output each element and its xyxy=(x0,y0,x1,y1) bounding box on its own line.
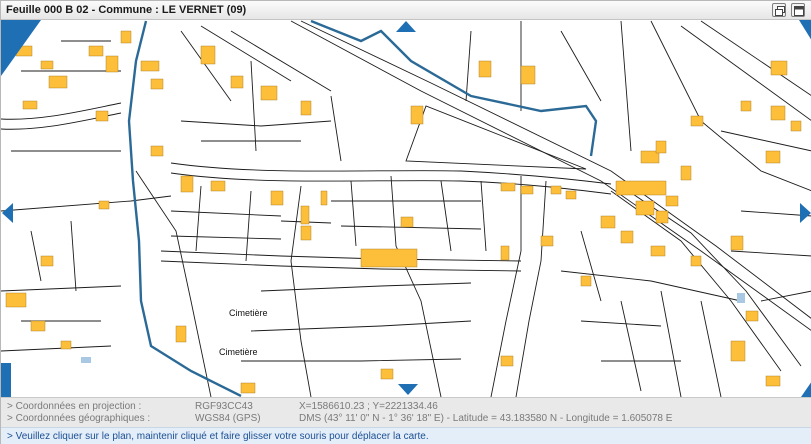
arrow-down-icon[interactable] xyxy=(398,384,418,395)
projection-value: X=1586610.23 ; Y=2221334.46 xyxy=(299,401,438,412)
arrow-left-icon[interactable] xyxy=(2,203,13,223)
projection-label: > Coordonnées en projection : xyxy=(7,401,142,412)
title-bar: Feuille 000 B 02 - Commune : LE VERNET (… xyxy=(1,1,811,20)
coordinates-panel: > Coordonnées en projection : RGF93CC43 … xyxy=(1,397,811,427)
geographic-label: > Coordonnées géographiques : xyxy=(7,413,151,424)
map-corners xyxy=(1,20,811,397)
arrow-right-icon[interactable] xyxy=(800,203,811,223)
cadastral-map[interactable]: Cimetière Cimetière xyxy=(1,20,811,397)
info-bar: > Veuillez cliquer sur le plan, mainteni… xyxy=(1,427,811,444)
window-title: Feuille 000 B 02 - Commune : LE VERNET (… xyxy=(6,4,247,16)
map-label-cemetery-2: Cimetière xyxy=(219,347,258,357)
projection-system: RGF93CC43 xyxy=(195,401,253,412)
drag-instruction: > Veuillez cliquer sur le plan, mainteni… xyxy=(7,431,429,442)
arrow-up-icon[interactable] xyxy=(396,21,416,32)
maximize-window-icon[interactable] xyxy=(791,3,805,17)
geographic-value: DMS (43° 11' 0" N - 1° 36' 18" E) - Lati… xyxy=(299,413,673,424)
restore-window-icon[interactable] xyxy=(772,3,786,17)
map-view[interactable]: Cimetière Cimetière xyxy=(1,20,811,397)
geographic-system: WGS84 (GPS) xyxy=(195,413,261,424)
map-label-cemetery-1: Cimetière xyxy=(229,308,268,318)
cadastre-map-window: Feuille 000 B 02 - Commune : LE VERNET (… xyxy=(0,0,811,444)
parcel-lines xyxy=(1,20,811,397)
buildings xyxy=(5,30,802,394)
